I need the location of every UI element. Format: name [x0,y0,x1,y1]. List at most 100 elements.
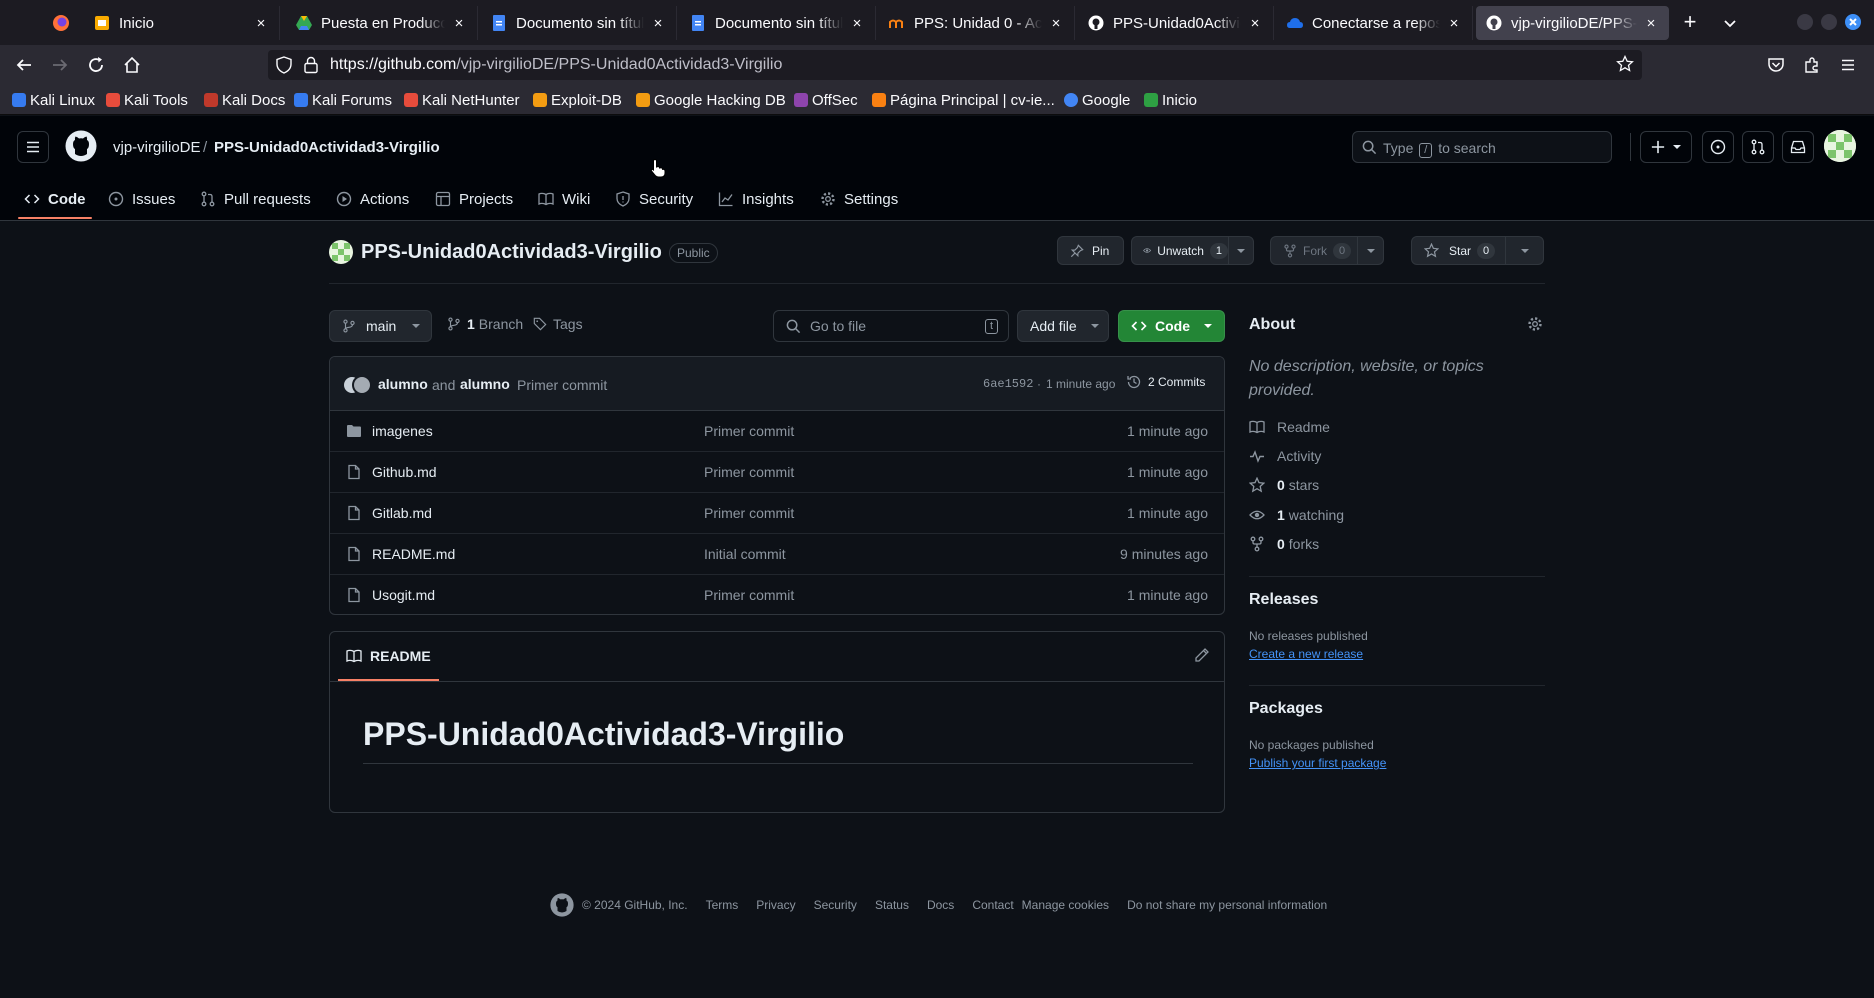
inbox-button[interactable] [1782,131,1814,163]
minimize-window-button[interactable] [1797,14,1813,30]
footer-link-terms[interactable]: Terms [706,898,739,912]
tab-settings[interactable]: Settings [820,183,898,215]
close-window-button[interactable] [1845,14,1861,30]
close-tab-icon[interactable]: × [650,15,666,32]
pull-requests-button[interactable] [1742,131,1774,163]
bookmark-item[interactable]: OffSec [794,90,858,110]
tab-insights[interactable]: Insights [718,183,794,215]
breadcrumb-repo[interactable]: PPS-Unidad0Actividad3-Virgilio [214,139,440,156]
reload-icon[interactable] [86,55,106,75]
bookmark-item[interactable]: Inicio [1144,90,1197,110]
file-row[interactable]: Usogit.md Primer commit 1 minute ago [330,575,1224,614]
create-release-link[interactable]: Create a new release [1249,647,1363,661]
code-dropdown-button[interactable]: Code [1118,310,1225,342]
footer-link-docs[interactable]: Docs [927,898,954,912]
fork-options-dropdown[interactable] [1357,236,1384,265]
file-commit-message[interactable]: Primer commit [704,464,794,480]
tab-security[interactable]: Security [615,183,693,215]
file-row[interactable]: README.md Initial commit 9 minutes ago [330,534,1224,575]
footer-link-status[interactable]: Status [875,898,909,912]
file-name[interactable]: imagenes [372,423,433,439]
tags-link[interactable]: Tags [533,316,583,332]
file-row[interactable]: Gitlab.md Primer commit 1 minute ago [330,493,1224,534]
browser-tab[interactable]: Conectarse a reposito × [1277,6,1473,40]
file-commit-message[interactable]: Primer commit [704,587,794,603]
activity-link[interactable]: Activity [1249,446,1321,466]
browser-tab[interactable]: Puesta en Producción × [286,6,478,40]
unwatch-button[interactable]: Unwatch 1 [1131,236,1229,265]
file-commit-message[interactable]: Initial commit [704,546,786,562]
address-bar[interactable]: https://github.com/vjp-virgilioDE/PPS-Un… [268,50,1642,80]
edit-about-button[interactable] [1527,316,1543,332]
browser-tab-active[interactable]: vjp-virgilioDE/PPS-Ur × [1476,6,1669,40]
branches-link[interactable]: 1 Branch [447,316,523,332]
maximize-window-button[interactable] [1821,14,1837,30]
pocket-icon[interactable] [1766,55,1786,75]
watch-options-dropdown[interactable] [1228,236,1254,265]
github-logo-icon[interactable] [550,893,574,917]
file-commit-message[interactable]: Primer commit [704,423,794,439]
close-tab-icon[interactable]: × [451,15,467,32]
tab-list-chevron-icon[interactable] [1720,13,1740,33]
hamburger-menu-icon[interactable] [1838,55,1858,75]
breadcrumb-owner[interactable]: vjp-virgilioDE [113,139,201,156]
repo-owner-avatar[interactable] [329,240,353,264]
readme-link[interactable]: Readme [1249,417,1330,437]
file-commit-message[interactable]: Primer commit [704,505,794,521]
global-menu-button[interactable] [17,131,49,163]
firefox-menu-icon[interactable] [48,12,74,34]
packages-title[interactable]: Packages [1249,700,1323,718]
file-name[interactable]: Gitlab.md [372,505,432,521]
tab-projects[interactable]: Projects [435,183,513,215]
file-name[interactable]: README.md [372,546,455,562]
commit-hash[interactable]: 6ae1592 [983,377,1033,391]
bookmark-item[interactable]: Google [1064,90,1130,110]
commits-history-link[interactable]: 2 Commits [1126,374,1205,390]
browser-tab[interactable]: Documento sin título × [481,6,677,40]
bookmark-item[interactable]: Kali Linux [12,90,95,110]
commit-message[interactable]: Primer commit [517,377,607,393]
close-tab-icon[interactable]: × [849,15,865,32]
footer-link-privacy[interactable]: Privacy [756,898,795,912]
create-new-button[interactable] [1640,131,1692,163]
footer-link-security[interactable]: Security [814,898,857,912]
back-arrow-icon[interactable] [14,55,34,75]
close-tab-icon[interactable]: × [1048,15,1064,32]
bookmark-item[interactable]: Kali Docs [204,90,285,110]
edit-readme-button[interactable] [1194,647,1210,663]
file-row[interactable]: Github.md Primer commit 1 minute ago [330,452,1224,493]
releases-title[interactable]: Releases [1249,591,1318,609]
footer-link-manage-cookies[interactable]: Manage cookies [1022,898,1109,912]
watchers-link[interactable]: 1 watching [1249,505,1344,525]
tab-code[interactable]: Code [24,183,86,215]
branch-selector[interactable]: main [329,310,432,342]
avatar[interactable] [1824,130,1856,162]
new-tab-button[interactable]: + [1678,11,1702,35]
tab-actions[interactable]: Actions [336,183,409,215]
shield-icon[interactable] [276,56,292,74]
stars-link[interactable]: 0 stars [1249,475,1319,495]
bookmark-item[interactable]: Exploit-DB [533,90,622,110]
add-file-button[interactable]: Add file [1017,310,1109,342]
file-row[interactable]: imagenes Primer commit 1 minute ago [330,411,1224,452]
bookmark-item[interactable]: Página Principal | cv-ie... [872,90,1055,110]
repo-title[interactable]: PPS-Unidad0Actividad3-Virgilio [361,241,662,264]
browser-tab[interactable]: Inicio × [84,6,280,40]
forks-link[interactable]: 0 forks [1249,534,1319,554]
avatar[interactable] [352,375,372,395]
bookmark-item[interactable]: Kali NetHunter [404,90,520,110]
readme-tab[interactable]: README [346,648,431,664]
bookmark-item[interactable]: Google Hacking DB [636,90,786,110]
browser-tab[interactable]: PPS-Unidad0Actividad × [1078,6,1274,40]
close-tab-icon[interactable]: × [1643,15,1659,32]
close-tab-icon[interactable]: × [253,15,269,32]
browser-tab[interactable]: Documento sin título × [680,6,876,40]
search-input[interactable]: Type / to search [1352,131,1612,163]
pin-button[interactable]: Pin [1057,236,1124,265]
lock-icon[interactable] [304,56,318,74]
bookmark-item[interactable]: Kali Tools [106,90,188,110]
publish-package-link[interactable]: Publish your first package [1249,756,1386,770]
star-button[interactable]: Star 0 [1411,236,1506,265]
github-logo-icon[interactable] [65,130,97,162]
tab-wiki[interactable]: Wiki [538,183,590,215]
